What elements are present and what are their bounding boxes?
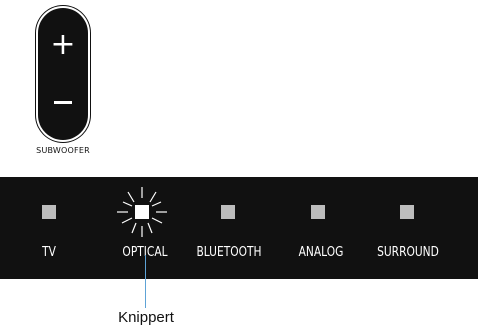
label-analog: ANALOG — [298, 245, 344, 260]
input-panel — [0, 177, 478, 279]
minus-icon[interactable] — [54, 101, 72, 104]
label-bluetooth: BLUETOOTH — [196, 245, 262, 260]
label-tv: TV — [42, 245, 56, 260]
subwoofer-label: SUBWOOFER — [36, 146, 90, 155]
indicator-tv — [42, 205, 56, 219]
indicator-optical — [135, 205, 149, 219]
indicator-surround — [400, 205, 414, 219]
label-surround: SURROUND — [377, 245, 439, 260]
subwoofer-rocker-button[interactable]: + — [38, 8, 88, 140]
plus-icon[interactable]: + — [38, 30, 88, 60]
indicator-analog — [311, 205, 325, 219]
indicator-bluetooth — [221, 205, 235, 219]
callout-line — [145, 255, 146, 308]
callout-label: Knippert — [118, 309, 174, 326]
